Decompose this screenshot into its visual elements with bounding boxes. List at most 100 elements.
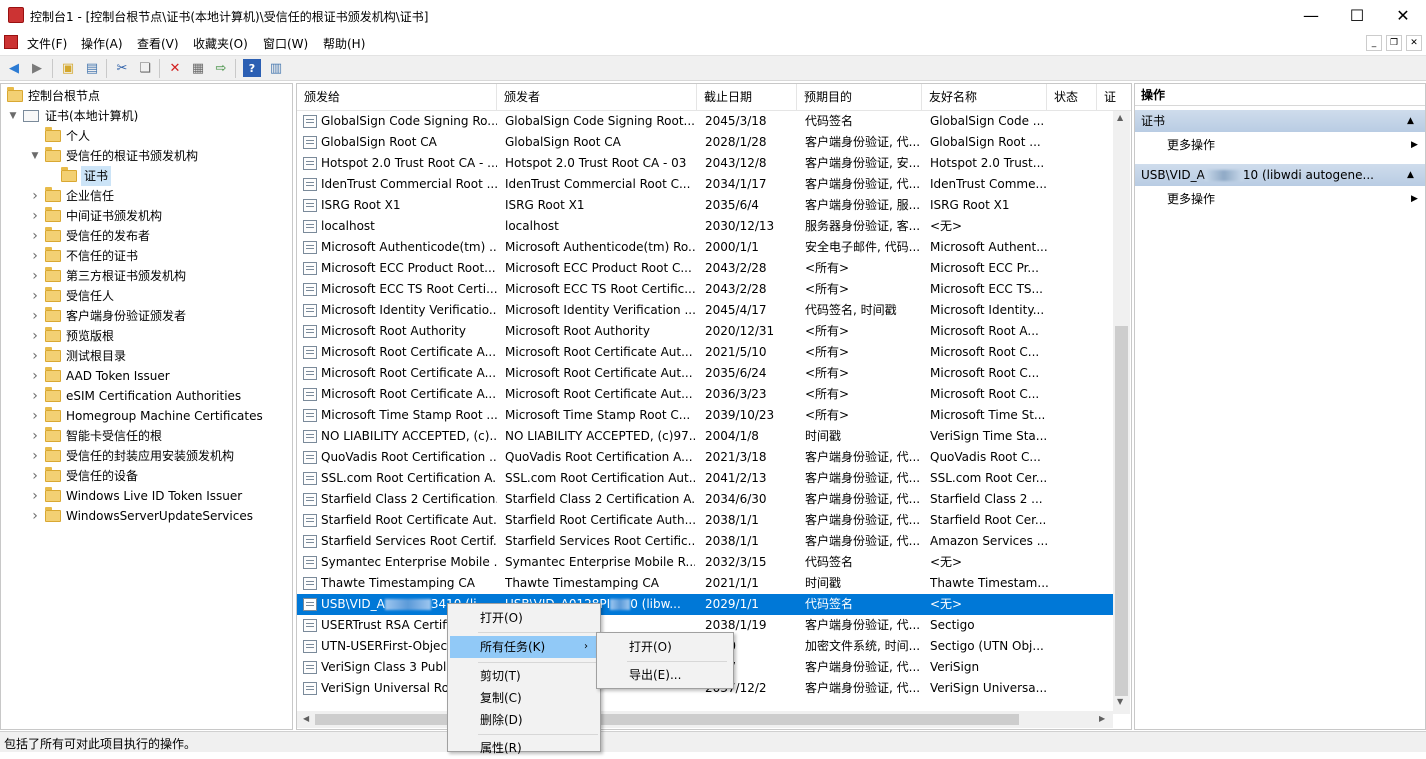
ctx-copy[interactable]: 复制(C) (450, 687, 598, 709)
scroll-up-arrow-icon[interactable]: ▲ (1117, 113, 1123, 122)
col-issued-by[interactable]: 颁发者 (497, 84, 697, 111)
mdi-restore-button[interactable]: ❐ (1386, 35, 1402, 51)
table-row[interactable]: Starfield Class 2 Certification... Starfi… (297, 489, 1113, 510)
table-row[interactable]: Microsoft ECC TS Root Certi... Microsoft … (297, 279, 1113, 300)
show-hide-action-pane-icon[interactable]: ▥ (267, 59, 285, 77)
close-button[interactable]: ✕ (1380, 0, 1426, 31)
chevron-right-icon[interactable]: › (29, 386, 41, 406)
scroll-left-arrow-icon[interactable]: ◀ (303, 714, 309, 723)
table-row[interactable]: Starfield Services Root Certif... Starfie… (297, 531, 1113, 552)
table-row[interactable]: Microsoft Root Certificate A... Microsoft… (297, 384, 1113, 405)
table-row[interactable]: Microsoft ECC Product Root... Microsoft E… (297, 258, 1113, 279)
menu-action[interactable]: 操作(A) (81, 35, 123, 52)
ctx-properties[interactable]: 属性(R) (450, 737, 598, 759)
tree-node-10[interactable]: › 预览版根 (29, 326, 281, 346)
chevron-right-icon[interactable]: › (29, 346, 41, 366)
chevron-right-icon[interactable]: › (29, 466, 41, 486)
tree-node-5[interactable]: › 受信任的发布者 (29, 226, 281, 246)
chevron-right-icon[interactable]: › (29, 226, 41, 246)
table-row[interactable]: NO LIABILITY ACCEPTED, (c)... NO LIABILIT… (297, 426, 1113, 447)
more-actions-1[interactable]: 更多操作 ▶ (1135, 134, 1425, 156)
scroll-right-arrow-icon[interactable]: ▶ (1099, 714, 1105, 723)
vertical-scroll-thumb[interactable] (1115, 326, 1128, 696)
chevron-down-icon[interactable]: ▼ (29, 146, 41, 166)
menu-view[interactable]: 查看(V) (137, 35, 179, 52)
horizontal-scroll-thumb[interactable] (315, 714, 1019, 725)
tree-node-6[interactable]: › 不信任的证书 (29, 246, 281, 266)
table-row[interactable]: Thawte Timestamping CA Thawte Timestampin… (297, 573, 1113, 594)
chevron-right-icon[interactable]: › (29, 206, 41, 226)
tree-node-4[interactable]: › 中间证书颁发机构 (29, 206, 281, 226)
tree-node-8[interactable]: › 受信任人 (29, 286, 281, 306)
up-folder-icon[interactable]: ▣ (59, 59, 77, 77)
table-row[interactable]: QuoVadis Root Certification ... QuoVadis … (297, 447, 1113, 468)
mdi-close-button[interactable]: ✕ (1406, 35, 1422, 51)
export-list-icon[interactable]: ⇨ (212, 59, 230, 77)
table-row[interactable]: localhost localhost 2030/12/13 服务器身份验证, 客..… (297, 216, 1113, 237)
copy-icon[interactable]: ❏ (136, 59, 154, 77)
menu-file[interactable]: 文件(F) (27, 35, 67, 52)
properties-icon[interactable]: ▦ (189, 59, 207, 77)
table-row[interactable]: Symantec Enterprise Mobile ... Symantec E… (297, 552, 1113, 573)
table-row[interactable]: Microsoft Time Stamp Root ... Microsoft T… (297, 405, 1113, 426)
table-row[interactable]: Microsoft Root Certificate A... Microsoft… (297, 342, 1113, 363)
horizontal-scrollbar[interactable]: ◀ ▶ (297, 711, 1113, 728)
ctx-open[interactable]: 打开(O) (450, 607, 598, 629)
menu-window[interactable]: 窗口(W) (263, 35, 308, 52)
chevron-right-icon[interactable]: › (29, 366, 41, 386)
tree-node-certificates-local[interactable]: ▼ 证书(本地计算机) (7, 106, 287, 126)
maximize-button[interactable]: ☐ (1334, 0, 1380, 31)
chevron-right-icon[interactable]: › (29, 306, 41, 326)
table-row[interactable]: SSL.com Root Certification A... SSL.com R… (297, 468, 1113, 489)
chevron-right-icon[interactable]: › (29, 426, 41, 446)
tree-node-16[interactable]: › 受信任的封装应用安装颁发机构 (29, 446, 281, 466)
vertical-scrollbar[interactable]: ▲ ▼ (1113, 111, 1130, 714)
chevron-right-icon[interactable]: › (29, 486, 41, 506)
tree-node-1[interactable]: ▼ 受信任的根证书颁发机构 (29, 146, 281, 166)
chevron-right-icon[interactable]: › (29, 506, 41, 526)
chevron-right-icon[interactable]: › (29, 186, 41, 206)
chevron-down-icon[interactable]: ▼ (7, 106, 19, 126)
menu-favorites[interactable]: 收藏夹(O) (193, 35, 248, 52)
tree-node-15[interactable]: › 智能卡受信任的根 (29, 426, 281, 446)
col-status[interactable]: 状态 (1047, 84, 1097, 111)
table-row[interactable]: Hotspot 2.0 Trust Root CA - ... Hotspot 2… (297, 153, 1113, 174)
col-intended-purpose[interactable]: 预期目的 (797, 84, 922, 111)
help-icon[interactable]: ? (243, 59, 261, 77)
tree-node-14[interactable]: › Homegroup Machine Certificates (29, 406, 281, 426)
tree-node-3[interactable]: › 企业信任 (29, 186, 281, 206)
tree-node-17[interactable]: › 受信任的设备 (29, 466, 281, 486)
tree-node-0[interactable]: 个人 (29, 126, 281, 146)
ctx-cut[interactable]: 剪切(T) (450, 665, 598, 687)
table-row[interactable]: Microsoft Root Certificate A... Microsoft… (297, 363, 1113, 384)
submenu-open[interactable]: 打开(O) (599, 636, 731, 658)
tree-node-7[interactable]: › 第三方根证书颁发机构 (29, 266, 281, 286)
table-row[interactable]: Starfield Root Certificate Aut... Starfie… (297, 510, 1113, 531)
tree-node-18[interactable]: › Windows Live ID Token Issuer (29, 486, 281, 506)
table-row[interactable]: Microsoft Authenticode(tm) ... Microsoft … (297, 237, 1113, 258)
forward-arrow-icon[interactable]: ▶ (28, 59, 46, 77)
table-row[interactable]: ISRG Root X1 ISRG Root X1 2035/6/4 客户端身份验证,… (297, 195, 1113, 216)
tree-node-12[interactable]: › AAD Token Issuer (29, 366, 281, 386)
tree-node-13[interactable]: › eSIM Certification Authorities (29, 386, 281, 406)
tree-node-2[interactable]: 证书 (49, 166, 281, 186)
submenu-export[interactable]: 导出(E)... (599, 664, 731, 686)
col-friendly-name[interactable]: 友好名称 (922, 84, 1047, 111)
more-actions-2[interactable]: 更多操作 ▶ (1135, 188, 1425, 210)
table-row[interactable]: USB\VID_A3410 (liUSB\VID_A0128PI0 (libw.… (297, 594, 1113, 615)
delete-icon[interactable]: ✕ (166, 59, 184, 77)
chevron-right-icon[interactable]: › (29, 246, 41, 266)
table-row[interactable]: Microsoft Identity Verificatio... Microso… (297, 300, 1113, 321)
chevron-right-icon[interactable]: › (29, 266, 41, 286)
chevron-right-icon[interactable]: › (29, 446, 41, 466)
cut-icon[interactable]: ✂ (113, 59, 131, 77)
tree-node-9[interactable]: › 客户端身份验证颁发者 (29, 306, 281, 326)
mdi-minimize-button[interactable]: _ (1366, 35, 1382, 51)
show-hide-tree-icon[interactable]: ▤ (83, 59, 101, 77)
minimize-button[interactable]: — (1288, 0, 1334, 31)
tree-node-19[interactable]: › WindowsServerUpdateServices (29, 506, 281, 526)
table-row[interactable]: IdenTrust Commercial Root ... IdenTrust C… (297, 174, 1113, 195)
table-row[interactable]: GlobalSign Root CA GlobalSign Root CA 2028… (297, 132, 1113, 153)
chevron-right-icon[interactable]: › (29, 406, 41, 426)
scroll-down-arrow-icon[interactable]: ▼ (1117, 697, 1123, 706)
